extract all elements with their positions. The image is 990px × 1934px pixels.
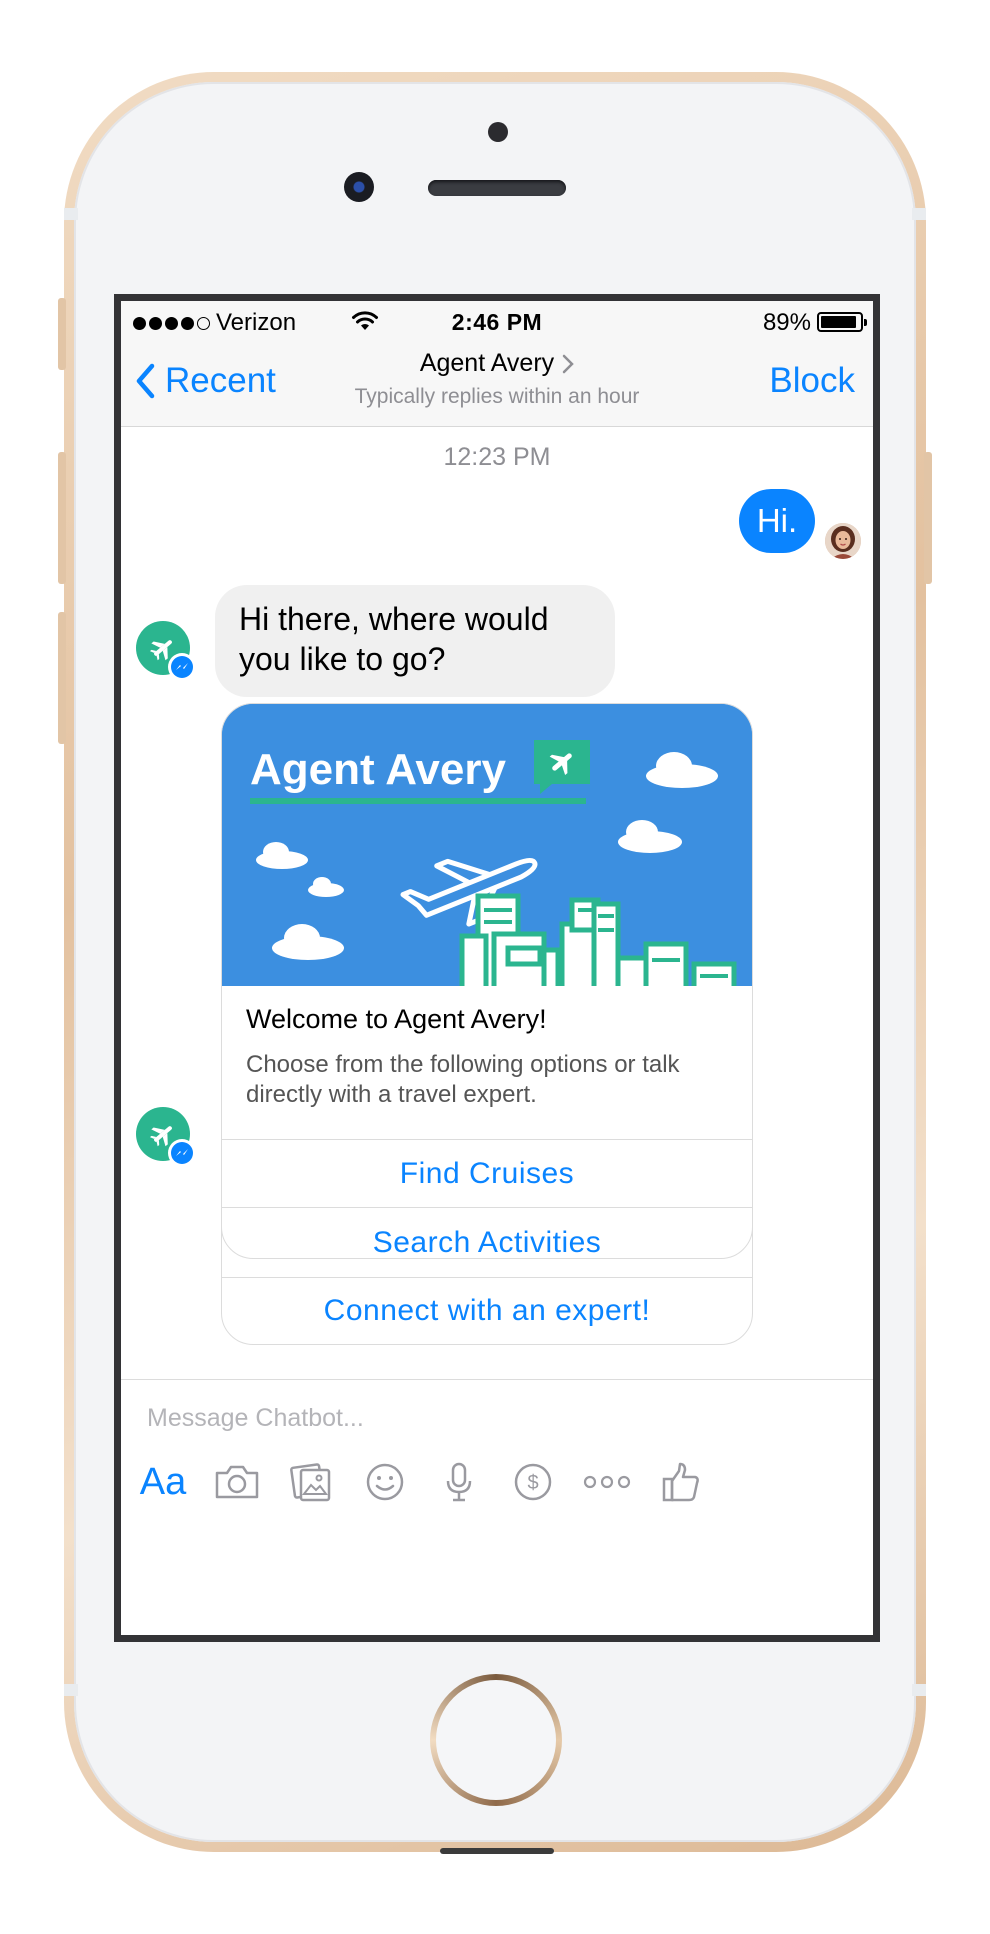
conversation-header: Recent Agent Avery Typically replies wit…: [121, 341, 873, 427]
conversation-subtitle: Typically replies within an hour: [354, 385, 640, 408]
emoji-button[interactable]: [357, 1454, 413, 1510]
camera-button[interactable]: [209, 1454, 265, 1510]
message-timestamp: 12:23 PM: [443, 443, 551, 471]
status-bar: Verizon 2:46 PM 89%: [121, 301, 873, 341]
photo-icon: [290, 1463, 331, 1502]
battery-icon: [817, 312, 867, 332]
messenger-icon: [176, 1149, 188, 1156]
chevron-right-icon: [562, 355, 574, 374]
voice-button[interactable]: [431, 1454, 487, 1510]
home-button[interactable]: [430, 1674, 562, 1806]
photos-button[interactable]: [283, 1454, 339, 1510]
user-portrait-icon: [825, 523, 861, 559]
card-hero-image: Agent Avery: [222, 704, 752, 986]
message-composer: Aa: [121, 1379, 873, 1635]
mute-switch: [58, 298, 66, 370]
payment-icon: $: [514, 1463, 552, 1501]
conversation-title[interactable]: Agent Avery: [121, 349, 873, 378]
travel-illustration: Agent Avery: [222, 704, 752, 986]
earpiece-speaker: [428, 180, 566, 196]
messenger-badge: [168, 653, 196, 681]
volume-down-button: [58, 612, 66, 744]
block-button[interactable]: Block: [769, 361, 855, 401]
camera-icon: [215, 1465, 259, 1499]
user-avatar: [825, 523, 861, 559]
messenger-screen: Verizon 2:46 PM 89% Recent Agent Avery T…: [121, 301, 873, 1635]
like-icon: [662, 1462, 699, 1502]
more-button[interactable]: [579, 1454, 635, 1510]
lightning-port: [440, 1848, 554, 1854]
emoji-icon: [366, 1463, 404, 1501]
antenna-line: [912, 1684, 926, 1696]
message-input[interactable]: [147, 1394, 847, 1442]
find-cruises-button[interactable]: Find Cruises: [221, 1139, 753, 1207]
status-time: 2:46 PM: [451, 309, 543, 335]
microphone-icon: [446, 1462, 472, 1502]
power-button: [924, 452, 932, 584]
outgoing-message-bubble[interactable]: Hi.: [739, 489, 815, 553]
messenger-badge: [168, 1139, 196, 1167]
card-title: Welcome to Agent Avery!: [246, 1004, 547, 1034]
text-format-button[interactable]: Aa: [135, 1454, 191, 1510]
incoming-message-bubble[interactable]: Hi there, where would you like to go?: [215, 585, 615, 697]
hero-brand-text: Agent Avery: [250, 745, 506, 794]
antenna-line: [64, 1684, 78, 1696]
antenna-line: [64, 208, 78, 220]
conversation-title-text: Agent Avery: [419, 349, 555, 377]
battery-percentage: 89%: [762, 309, 811, 336]
payment-button[interactable]: $: [505, 1454, 561, 1510]
card-description: Choose from the following options or tal…: [246, 1051, 680, 1108]
volume-up-button: [58, 452, 66, 584]
antenna-line: [912, 208, 926, 220]
messenger-icon: [176, 663, 188, 670]
like-button[interactable]: [653, 1454, 709, 1510]
proximity-sensor: [488, 122, 508, 142]
composer-toolbar: Aa $: [121, 1454, 873, 1510]
front-camera: [344, 172, 374, 202]
search-activities-button[interactable]: Search Activities: [221, 1207, 753, 1277]
svg-text:$: $: [527, 1472, 538, 1494]
connect-expert-button[interactable]: Connect with an expert!: [221, 1277, 753, 1345]
more-icon: [583, 1475, 631, 1489]
